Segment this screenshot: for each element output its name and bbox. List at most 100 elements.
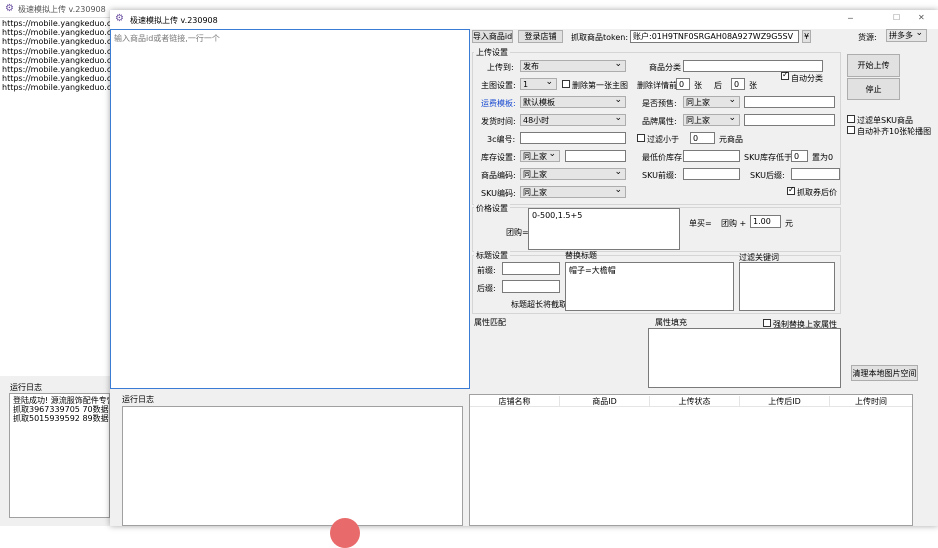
- goods-code-select[interactable]: 同上家: [520, 168, 626, 180]
- sku-stock-input[interactable]: 0: [791, 150, 808, 162]
- background-log-area: 运行日志 登陆成功! 源流服饰配件专营店 抓取3967339705 70数据中 …: [0, 376, 110, 526]
- upload-to-select[interactable]: 发布: [520, 60, 626, 72]
- window-title: 极速模拟上传 v.230908: [130, 16, 218, 25]
- clean-local-images-button[interactable]: 清理本地图片空间: [851, 365, 918, 381]
- del-first-main-checkbox[interactable]: [562, 80, 570, 88]
- del-detail-front-input[interactable]: 0: [676, 78, 690, 90]
- brand-select[interactable]: 同上家: [683, 114, 740, 126]
- single-add-input[interactable]: 1.00: [750, 215, 781, 228]
- yuan-label: 元: [785, 219, 793, 228]
- maximize-icon[interactable]: ☐: [893, 13, 900, 22]
- main-img-select[interactable]: 1: [520, 78, 557, 90]
- min-stock-label: 最低价库存: [642, 153, 682, 162]
- auto-fill-10-label: 自动补齐10张轮播图: [857, 127, 932, 136]
- del-detail-back-input[interactable]: 0: [731, 78, 745, 90]
- category-label: 商品分类: [649, 63, 681, 72]
- stop-button[interactable]: 停止: [847, 78, 900, 100]
- title-truncate-label: 标题超长将截取: [511, 300, 567, 309]
- category-input[interactable]: [683, 60, 823, 72]
- filter-single-sku-checkbox[interactable]: [847, 115, 855, 123]
- zhang-label: 张: [749, 81, 757, 90]
- title-suffix-label: 后缀:: [477, 284, 496, 293]
- source-select[interactable]: 拼多多: [886, 29, 927, 42]
- start-upload-button[interactable]: 开始上传: [847, 54, 900, 77]
- replace-title-text: 帽子=大檐帽: [569, 266, 616, 275]
- price-settings-title: 价格设置: [474, 203, 510, 214]
- presale-select[interactable]: 同上家: [683, 96, 740, 108]
- single-price-label: 单买=: [689, 219, 712, 228]
- token-input[interactable]: 账户:01H9TNF0SRGAH08A927WZ9G5SV: [630, 30, 799, 43]
- close-icon[interactable]: ✕: [918, 13, 925, 22]
- presale-label: 是否预售:: [642, 99, 677, 108]
- auto-category-checkbox[interactable]: [781, 70, 789, 80]
- column-header[interactable]: 上传状态: [650, 396, 740, 407]
- url-line: https://mobile.yangkeduo.com/: [2, 55, 110, 65]
- ship-time-select[interactable]: 48小时: [520, 114, 626, 126]
- minimize-icon[interactable]: ─: [848, 14, 853, 23]
- main-img-label: 主图设置:: [481, 81, 516, 90]
- upload-to-label: 上传到:: [487, 63, 514, 72]
- title-suffix-input[interactable]: [502, 280, 560, 293]
- title-prefix-label: 前缀:: [477, 266, 496, 275]
- url-line: https://mobile.yangkeduo.com/: [2, 83, 110, 93]
- group-price-formula[interactable]: 0-500,1.5+5: [528, 208, 680, 250]
- del-detail-label: 删除详情前: [637, 81, 677, 90]
- hou-label: 后: [714, 81, 722, 90]
- background-log-box: 登陆成功! 源流服饰配件专营店 抓取3967339705 70数据中 抓取501…: [9, 393, 110, 518]
- filter-less-checkbox[interactable]: [637, 134, 645, 142]
- run-log-box: [122, 406, 463, 526]
- floating-ball-icon[interactable]: [330, 518, 360, 548]
- sku-suffix-input[interactable]: [791, 168, 840, 180]
- url-line: https://mobile.yangkeduo.com/: [2, 65, 110, 75]
- upload-settings-title: 上传设置: [474, 47, 510, 58]
- main-window: ⚙ 极速模拟上传 v.230908 ─ ☐ ✕ 输入商品id或者链接,一行一个 …: [110, 10, 938, 548]
- background-log-title: 运行日志: [10, 383, 42, 392]
- filter-less-input[interactable]: 0: [690, 132, 715, 144]
- force-replace-checkbox[interactable]: [763, 319, 771, 327]
- code3c-input[interactable]: [520, 132, 626, 144]
- sku-prefix-label: SKU前缀:: [642, 171, 677, 180]
- titlebar: ⚙ 极速模拟上传 v.230908 ─ ☐ ✕: [110, 10, 938, 29]
- min-stock-input[interactable]: [683, 150, 740, 162]
- filter-keywords-input[interactable]: [739, 262, 835, 311]
- auto-fill-10-checkbox[interactable]: [847, 126, 855, 134]
- replace-title-label: 替换标题: [565, 251, 597, 260]
- url-line: https://mobile.yangkeduo.com/: [2, 74, 110, 84]
- shipping-template-select[interactable]: 默认模板: [520, 96, 626, 108]
- coupon-price-checkbox[interactable]: [787, 185, 795, 195]
- token-label: 抓取商品token:: [571, 33, 629, 42]
- goods-code-label: 商品编码:: [481, 171, 516, 180]
- url-line: https://mobile.yangkeduo.com/: [2, 37, 110, 47]
- column-header[interactable]: 上传时间: [830, 396, 912, 407]
- token-button[interactable]: ¥: [802, 30, 811, 43]
- product-ids-input[interactable]: 输入商品id或者链接,一行一个: [110, 29, 470, 389]
- stock-label: 库存设置:: [481, 153, 516, 162]
- stock-select[interactable]: 同上家: [520, 150, 560, 162]
- stock-input[interactable]: [565, 150, 626, 162]
- group-plus-label: 团购 +: [721, 219, 747, 228]
- app-logo-icon: ⚙: [5, 3, 14, 14]
- sku-code-select[interactable]: 同上家: [520, 186, 626, 198]
- url-line: https://mobile.yangkeduo.com/: [2, 28, 110, 38]
- column-header[interactable]: 商品ID: [560, 396, 650, 407]
- app-logo-icon: ⚙: [115, 13, 124, 24]
- replace-title-input[interactable]: 帽子=大檐帽: [565, 262, 734, 311]
- column-header[interactable]: 店铺名称: [470, 396, 560, 407]
- group-price-formula-text: 0-500,1.5+5: [532, 211, 583, 220]
- attr-fill-input[interactable]: [648, 328, 841, 388]
- ship-time-label: 发货时间:: [481, 117, 516, 126]
- title-prefix-input[interactable]: [502, 262, 560, 275]
- sku-suffix-label: SKU后缀:: [750, 171, 785, 180]
- log-line: 抓取3967339705 70数据中: [13, 405, 110, 414]
- url-line: https://mobile.yangkeduo.com/: [2, 19, 110, 28]
- presale-input[interactable]: [744, 96, 835, 108]
- group-price-label: 团购=: [506, 228, 529, 237]
- table-header: 店铺名称 商品ID 上传状态 上传后ID 上传时间: [470, 395, 912, 407]
- brand-input[interactable]: [744, 114, 835, 126]
- column-header[interactable]: 上传后ID: [740, 396, 830, 407]
- attr-match-label: 属性匹配: [474, 318, 506, 327]
- login-shop-button[interactable]: 登录店铺: [518, 30, 563, 43]
- import-ids-button[interactable]: 导入商品id: [472, 30, 513, 43]
- shipping-template-link[interactable]: 运费模板:: [481, 98, 516, 109]
- sku-prefix-input[interactable]: [683, 168, 740, 180]
